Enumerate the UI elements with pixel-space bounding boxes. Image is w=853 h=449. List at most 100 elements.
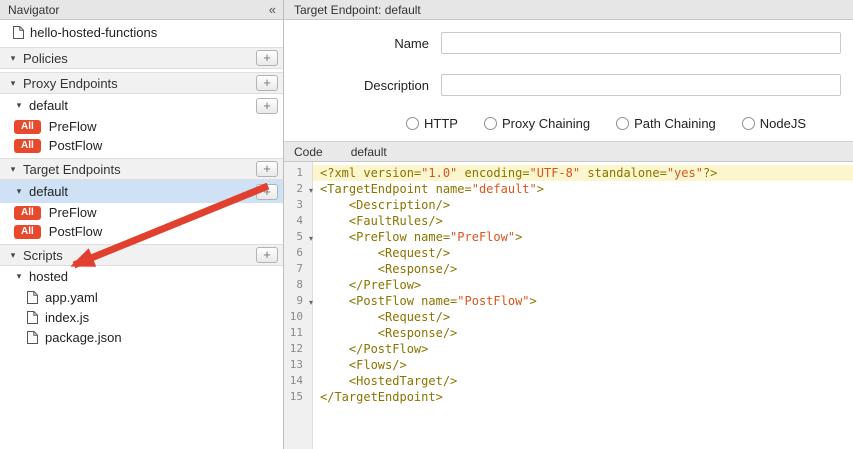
code-text: </PreFlow> xyxy=(313,277,853,293)
proxy-bundle-item[interactable]: hello-hosted-functions xyxy=(0,20,283,44)
radio-path-chaining[interactable]: Path Chaining xyxy=(616,116,716,131)
folder-item-hosted[interactable]: ▾ hosted xyxy=(0,266,283,287)
file-item-index-js[interactable]: index.js xyxy=(0,307,283,327)
flow-label: PreFlow xyxy=(49,119,97,134)
code-line-5[interactable]: 5▾ <PreFlow name="PreFlow"> xyxy=(284,229,853,245)
line-number: 14 xyxy=(284,373,313,389)
code-text: </TargetEndpoint> xyxy=(313,389,853,405)
flow-item-postflow[interactable]: All PostFlow xyxy=(0,222,283,241)
radio-http[interactable]: HTTP xyxy=(406,116,458,131)
line-number: 11 xyxy=(284,325,313,341)
flow-item-postflow[interactable]: All PostFlow xyxy=(0,136,283,155)
radio-label: HTTP xyxy=(424,116,458,131)
code-text: <Response/> xyxy=(313,261,853,277)
code-text: <HostedTarget/> xyxy=(313,373,853,389)
name-row: Name xyxy=(284,32,853,54)
endpoint-form: Name Description HTTPProxy ChainingPath … xyxy=(284,20,853,141)
file-icon xyxy=(27,331,38,344)
code-line-12[interactable]: 12 </PostFlow> xyxy=(284,341,853,357)
file-name: app.yaml xyxy=(45,290,98,305)
radio-nodejs[interactable]: NodeJS xyxy=(742,116,806,131)
add-flow-button[interactable]: + xyxy=(256,184,278,200)
code-text: <Request/> xyxy=(313,309,853,325)
endpoint-item-default[interactable]: ▾default+ xyxy=(0,94,283,117)
disclosure-triangle-icon[interactable]: ▾ xyxy=(8,78,18,89)
target-type-radio-group: HTTP Proxy Chaining Path Chaining NodeJS xyxy=(406,116,853,131)
code-line-3[interactable]: 3 <Description/> xyxy=(284,197,853,213)
section-header-target-endpoints[interactable]: ▾ Target Endpoints + xyxy=(0,158,283,180)
add-proxy-endpoints-button[interactable]: + xyxy=(256,75,278,91)
code-text: <TargetEndpoint name="default"> xyxy=(313,181,853,197)
detail-panel-title: Target Endpoint: default xyxy=(294,3,421,17)
radio-label: Proxy Chaining xyxy=(502,116,590,131)
flow-condition-badge: All xyxy=(14,206,41,220)
code-line-7[interactable]: 7 <Response/> xyxy=(284,261,853,277)
line-number: 12 xyxy=(284,341,313,357)
add-target-endpoints-button[interactable]: + xyxy=(256,161,278,177)
code-line-14[interactable]: 14 <HostedTarget/> xyxy=(284,373,853,389)
section-label: Policies xyxy=(23,51,68,66)
code-line-6[interactable]: 6 <Request/> xyxy=(284,245,853,261)
collapse-panel-icon[interactable]: « xyxy=(269,2,275,17)
endpoint-item-default[interactable]: ▾default+ xyxy=(0,180,283,203)
section-header-scripts[interactable]: ▾Scripts+ xyxy=(0,244,283,266)
flow-condition-badge: All xyxy=(14,139,41,153)
flow-label: PostFlow xyxy=(49,138,102,153)
flow-item-preflow[interactable]: All PreFlow xyxy=(0,203,283,222)
radio-label: NodeJS xyxy=(760,116,806,131)
file-item-package-json[interactable]: package.json xyxy=(0,327,283,347)
navigator-header: Navigator « xyxy=(0,0,283,20)
disclosure-triangle-icon[interactable]: ▾ xyxy=(14,100,24,111)
disclosure-triangle-icon[interactable]: ▾ xyxy=(14,271,24,282)
folder-label: hosted xyxy=(29,269,68,284)
flow-item-preflow[interactable]: All PreFlow xyxy=(0,117,283,136)
code-text: <PostFlow name="PostFlow"> xyxy=(313,293,853,309)
section-header-policies[interactable]: ▾ Policies + xyxy=(0,47,283,69)
code-line-1[interactable]: 1<?xml version="1.0" encoding="UTF-8" st… xyxy=(284,165,853,181)
detail-panel: Target Endpoint: default Name Descriptio… xyxy=(284,0,853,449)
disclosure-triangle-icon[interactable]: ▾ xyxy=(8,164,18,175)
line-number: 7 xyxy=(284,261,313,277)
flow-label: PreFlow xyxy=(49,205,97,220)
code-tab[interactable]: Code xyxy=(284,145,323,159)
section-header-proxy-endpoints[interactable]: ▾Proxy Endpoints+ xyxy=(0,72,283,94)
line-number: 1 xyxy=(284,165,313,181)
code-panel-header: Code default xyxy=(284,141,853,162)
file-item-app-yaml[interactable]: app.yaml xyxy=(0,287,283,307)
disclosure-triangle-icon[interactable]: ▾ xyxy=(14,186,24,197)
section-label: Target Endpoints xyxy=(23,162,121,177)
detail-panel-header: Target Endpoint: default xyxy=(284,0,853,20)
file-icon xyxy=(27,311,38,324)
disclosure-triangle-icon[interactable]: ▾ xyxy=(8,53,18,64)
add-scripts-button[interactable]: + xyxy=(256,247,278,263)
document-icon xyxy=(13,26,24,39)
line-number: 4 xyxy=(284,213,313,229)
code-text: <PreFlow name="PreFlow"> xyxy=(313,229,853,245)
code-line-8[interactable]: 8 </PreFlow> xyxy=(284,277,853,293)
file-name: package.json xyxy=(45,330,122,345)
description-input[interactable] xyxy=(441,74,841,96)
code-line-4[interactable]: 4 <FaultRules/> xyxy=(284,213,853,229)
name-input[interactable] xyxy=(441,32,841,54)
line-number: 15 xyxy=(284,389,313,405)
flow-condition-badge: All xyxy=(14,120,41,134)
file-icon xyxy=(27,291,38,304)
code-editor[interactable]: 1<?xml version="1.0" encoding="UTF-8" st… xyxy=(284,162,853,449)
disclosure-triangle-icon[interactable]: ▾ xyxy=(8,250,18,261)
navigator-tree: ▾Policies+▾Proxy Endpoints+▾default+AllP… xyxy=(0,44,283,347)
code-line-2[interactable]: 2▾<TargetEndpoint name="default"> xyxy=(284,181,853,197)
code-line-10[interactable]: 10 <Request/> xyxy=(284,309,853,325)
code-text: <?xml version="1.0" encoding="UTF-8" sta… xyxy=(313,165,853,181)
flow-label: PostFlow xyxy=(49,224,102,239)
code-line-11[interactable]: 11 <Response/> xyxy=(284,325,853,341)
radio-proxy-chaining[interactable]: Proxy Chaining xyxy=(484,116,590,131)
flow-condition-badge: All xyxy=(14,225,41,239)
line-number: 10 xyxy=(284,309,313,325)
radio-label: Path Chaining xyxy=(634,116,716,131)
code-text: <FaultRules/> xyxy=(313,213,853,229)
code-line-15[interactable]: 15</TargetEndpoint> xyxy=(284,389,853,405)
code-line-9[interactable]: 9▾ <PostFlow name="PostFlow"> xyxy=(284,293,853,309)
code-line-13[interactable]: 13 <Flows/> xyxy=(284,357,853,373)
add-policies-button[interactable]: + xyxy=(256,50,278,66)
add-flow-button[interactable]: + xyxy=(256,98,278,114)
